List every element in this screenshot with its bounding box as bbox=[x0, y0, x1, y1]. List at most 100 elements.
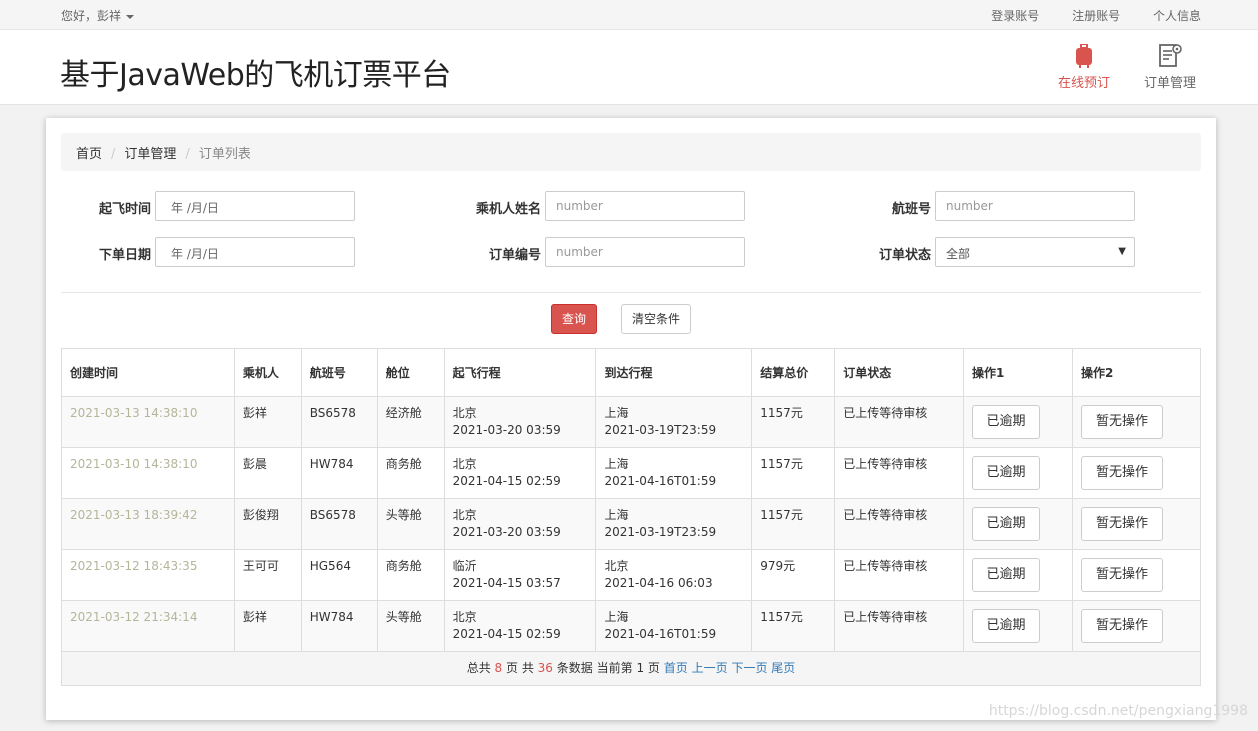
no-action-button[interactable]: 暂无操作 bbox=[1080, 609, 1163, 643]
departure-city: 北京 bbox=[452, 610, 477, 624]
login-link[interactable]: 登录账号 bbox=[991, 9, 1039, 23]
header-operation-1: 操作1 bbox=[963, 348, 1073, 397]
arrival-city: 上海 bbox=[604, 610, 629, 624]
header-created-time: 创建时间 bbox=[61, 348, 235, 397]
cell-passenger: 彭祥 bbox=[233, 396, 302, 448]
cell-passenger: 王可可 bbox=[233, 549, 302, 601]
departure-city: 北京 bbox=[452, 406, 477, 420]
header-passenger: 乘机人 bbox=[233, 348, 302, 397]
expired-button[interactable]: 已逾期 bbox=[972, 609, 1041, 643]
passenger-name-input[interactable]: number bbox=[545, 191, 745, 221]
cell-passenger: 彭俊翔 bbox=[233, 498, 302, 550]
pager-total-records: 36 bbox=[537, 661, 553, 675]
header-arrival: 到达行程 bbox=[595, 348, 753, 397]
cell-passenger: 彭祥 bbox=[233, 600, 302, 652]
cell-operation-1: 已逾期 bbox=[963, 549, 1073, 601]
site-title[interactable]: 基于JavaWeb的飞机订票平台 bbox=[60, 50, 451, 94]
order-no-input[interactable]: number bbox=[545, 237, 745, 267]
departure-time: 2021-03-20 03:59 bbox=[452, 525, 561, 539]
order-no-label: 订单编号 bbox=[488, 248, 541, 263]
departure-time: 2021-04-15 03:57 bbox=[452, 576, 561, 590]
cell-cabin: 头等舱 bbox=[376, 600, 445, 652]
cell-cabin: 头等舱 bbox=[376, 498, 445, 550]
header-departure: 起飞行程 bbox=[443, 348, 597, 397]
pagination-row: 总共 8 页 共 36 条数据 当前第 1 页 首页 上一页 下一页 尾页 bbox=[61, 651, 1201, 686]
breadcrumb-separator: / bbox=[111, 147, 116, 162]
header-total-price: 结算总价 bbox=[751, 348, 836, 397]
cell-departure: 北京 2021-04-15 02:59 bbox=[443, 447, 597, 499]
table-row: 2021-03-12 18:43:35 王可可 HG564 商务舱 临沂 2021… bbox=[61, 549, 1202, 601]
cell-operation-2: 暂无操作 bbox=[1071, 498, 1202, 550]
arrival-city: 上海 bbox=[604, 508, 629, 522]
no-action-button[interactable]: 暂无操作 bbox=[1080, 558, 1163, 592]
flight-no-input[interactable]: number bbox=[935, 191, 1135, 221]
cell-price: 1157元 bbox=[751, 600, 836, 652]
pager-prev-link[interactable]: 上一页 bbox=[692, 661, 728, 675]
pager-total-prefix: 总共 bbox=[466, 661, 491, 675]
order-list-panel: 首页 / 订单管理 / 订单列表 起飞时间 年 /月/日 乘机人姓名 number 航班… bbox=[46, 118, 1216, 720]
pager-page-suffix: 页 bbox=[647, 661, 660, 675]
breadcrumb: 首页 / 订单管理 / 订单列表 bbox=[61, 133, 1201, 171]
nav-order-management[interactable]: 订单管理 bbox=[1144, 44, 1196, 91]
cell-arrival: 上海 2021-04-16T01:59 bbox=[595, 447, 753, 499]
cell-operation-2: 暂无操作 bbox=[1071, 396, 1202, 448]
order-status-label: 订单状态 bbox=[878, 248, 931, 263]
cell-cabin: 商务舱 bbox=[376, 549, 445, 601]
clear-conditions-button[interactable]: 清空条件 bbox=[621, 304, 691, 334]
nav-online-booking-label: 在线预订 bbox=[1058, 76, 1111, 91]
top-links: 登录账号 注册账号 个人信息 bbox=[962, 7, 1201, 24]
cell-created-time: 2021-03-13 14:38:10 bbox=[61, 396, 235, 448]
no-action-button[interactable]: 暂无操作 bbox=[1080, 405, 1163, 439]
cell-status: 已上传等待审核 bbox=[834, 498, 965, 550]
cell-flight-no: BS6578 bbox=[300, 498, 378, 550]
order-date-input[interactable]: 年 /月/日 bbox=[155, 237, 355, 267]
cell-arrival: 上海 2021-03-19T23:59 bbox=[595, 396, 753, 448]
cell-departure: 北京 2021-03-20 03:59 bbox=[443, 396, 597, 448]
cell-flight-no: HW784 bbox=[300, 600, 378, 652]
cell-arrival: 上海 2021-04-16T01:59 bbox=[595, 600, 753, 652]
cell-cabin: 经济舱 bbox=[376, 396, 445, 448]
nav-online-booking[interactable]: 在线预订 bbox=[1058, 44, 1110, 91]
order-status-select[interactable]: 全部 ▼ bbox=[935, 237, 1135, 267]
pager-next-link[interactable]: 下一页 bbox=[731, 661, 767, 675]
cell-operation-1: 已逾期 bbox=[963, 600, 1073, 652]
profile-link[interactable]: 个人信息 bbox=[1153, 9, 1201, 23]
arrival-time: 2021-04-16T01:59 bbox=[604, 627, 717, 641]
cell-created-time: 2021-03-12 21:34:14 bbox=[61, 600, 235, 652]
flight-no-label: 航班号 bbox=[891, 202, 931, 217]
nav-order-management-label: 订单管理 bbox=[1144, 76, 1197, 91]
cell-price: 1157元 bbox=[751, 447, 836, 499]
order-date-label: 下单日期 bbox=[98, 248, 151, 263]
cell-operation-2: 暂无操作 bbox=[1071, 447, 1202, 499]
query-button[interactable]: 查询 bbox=[551, 304, 597, 334]
no-action-button[interactable]: 暂无操作 bbox=[1080, 456, 1163, 490]
header-flight-no: 航班号 bbox=[300, 348, 378, 397]
pager-first-link[interactable]: 首页 bbox=[664, 661, 688, 675]
cell-operation-2: 暂无操作 bbox=[1071, 549, 1202, 601]
departure-city: 北京 bbox=[452, 508, 477, 522]
header-cabin: 舱位 bbox=[376, 348, 445, 397]
departure-time: 2021-04-15 02:59 bbox=[452, 627, 561, 641]
pager-last-link[interactable]: 尾页 bbox=[771, 661, 795, 675]
caret-down-icon bbox=[126, 14, 135, 19]
departure-city: 北京 bbox=[452, 457, 477, 471]
user-greeting-dropdown[interactable]: 您好，彭祥 bbox=[61, 7, 135, 24]
arrival-city: 上海 bbox=[604, 406, 629, 420]
pagination: 总共 8 页 共 36 条数据 当前第 1 页 首页 上一页 下一页 尾页 bbox=[61, 651, 1201, 686]
expired-button[interactable]: 已逾期 bbox=[972, 507, 1041, 541]
cell-price: 979元 bbox=[751, 549, 836, 601]
breadcrumb-order-management[interactable]: 订单管理 bbox=[124, 147, 176, 162]
cell-departure: 北京 2021-03-20 03:59 bbox=[443, 498, 597, 550]
expired-button[interactable]: 已逾期 bbox=[972, 558, 1041, 592]
breadcrumb-home[interactable]: 首页 bbox=[76, 147, 102, 162]
expired-button[interactable]: 已逾期 bbox=[972, 456, 1041, 490]
cell-created-time: 2021-03-10 14:38:10 bbox=[61, 447, 235, 499]
register-link[interactable]: 注册账号 bbox=[1072, 9, 1120, 23]
cell-status: 已上传等待审核 bbox=[834, 447, 965, 499]
arrival-city: 北京 bbox=[604, 559, 629, 573]
expired-button[interactable]: 已逾期 bbox=[972, 405, 1041, 439]
cell-status: 已上传等待审核 bbox=[834, 549, 965, 601]
table-row: 2021-03-13 18:39:42 彭俊翔 BS6578 头等舱 北京 202… bbox=[61, 498, 1202, 550]
no-action-button[interactable]: 暂无操作 bbox=[1080, 507, 1163, 541]
departure-time-input[interactable]: 年 /月/日 bbox=[155, 191, 355, 221]
